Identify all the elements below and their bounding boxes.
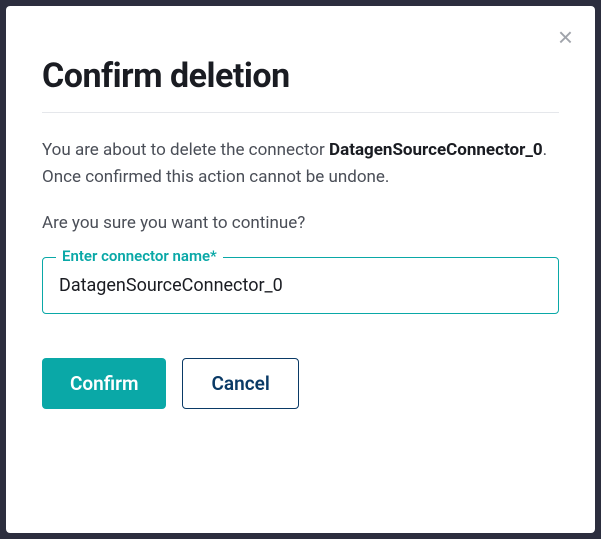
confirm-prompt: Are you sure you want to continue? xyxy=(42,213,559,233)
body-prefix: You are about to delete the connector xyxy=(42,140,329,160)
modal-body-text: You are about to delete the connector Da… xyxy=(42,137,559,191)
connector-name-label: Enter connector name* xyxy=(56,247,223,265)
close-icon: × xyxy=(558,22,573,52)
connector-name-input[interactable] xyxy=(42,257,559,314)
button-row: Confirm Cancel xyxy=(42,358,559,409)
confirm-deletion-modal: × Confirm deletion You are about to dele… xyxy=(6,6,595,533)
confirm-button[interactable]: Confirm xyxy=(42,358,166,409)
modal-title: Confirm deletion xyxy=(42,56,559,96)
divider xyxy=(42,112,559,113)
connector-name: DatagenSourceConnector_0 xyxy=(329,140,543,160)
close-button[interactable]: × xyxy=(554,20,577,54)
connector-name-field-wrapper: Enter connector name* xyxy=(42,257,559,314)
cancel-button[interactable]: Cancel xyxy=(182,358,298,409)
